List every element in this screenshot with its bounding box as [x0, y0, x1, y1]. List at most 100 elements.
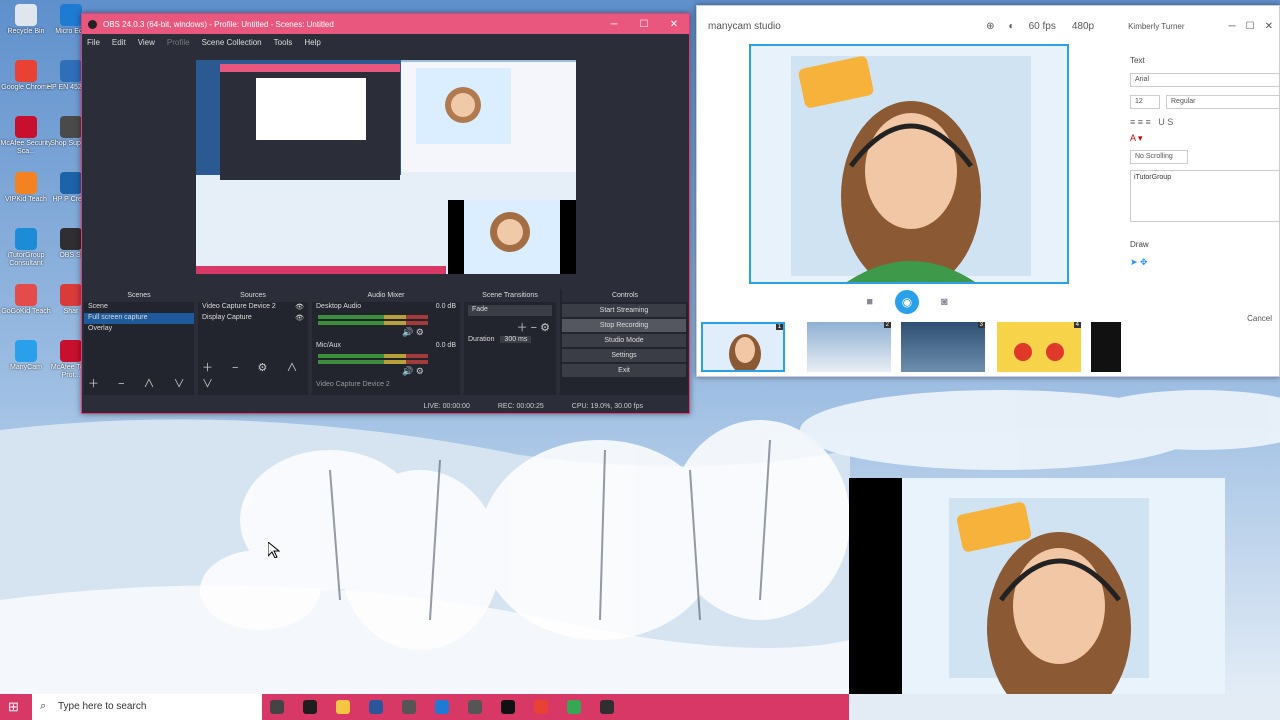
menu-tools[interactable]: Tools [274, 38, 293, 47]
mixer-title: Audio Mixer [312, 289, 460, 302]
app-icon [15, 116, 37, 138]
app-icon [60, 172, 82, 194]
stop-recording-button[interactable]: Stop Recording [562, 319, 686, 332]
speaker-icon[interactable]: 🔊 ⚙ [312, 366, 460, 380]
webcam-output [849, 478, 1225, 720]
obs-preview[interactable] [196, 60, 576, 274]
transition-select[interactable]: Fade [468, 305, 552, 316]
search-icon: ⌕ [40, 700, 47, 712]
chrome-icon[interactable] [534, 700, 548, 714]
fps-label[interactable]: 60 fps [1029, 21, 1056, 32]
source-item[interactable]: Display Capture 👁 [198, 313, 308, 324]
speaker-icon[interactable]: 🔊 ⚙ [312, 327, 460, 341]
manycam-main-preview[interactable] [749, 44, 1069, 284]
webcam-feed-large [902, 478, 1225, 720]
amazon-icon[interactable] [501, 700, 515, 714]
settings-button[interactable]: Settings [562, 349, 686, 362]
font-style-select[interactable]: Regular [1166, 95, 1280, 109]
obs-titlebar: OBS 24.0.3 (64-bit, windows) - Profile: … [82, 14, 689, 34]
resolution-label[interactable]: 480p [1072, 21, 1094, 32]
manycam-titlebar: manycam studio ⊕ ◐ 60 fps 480p Kimberly … [697, 6, 1279, 46]
file-explorer-icon[interactable] [336, 700, 350, 714]
scene-toolbar[interactable]: ＋ − ∧ ∨ [88, 375, 193, 391]
cpu-status: CPU: 19.0%, 30.00 fps [571, 402, 643, 410]
font-select[interactable]: Arial [1130, 73, 1280, 87]
menu-view[interactable]: View [138, 38, 155, 47]
scene-item[interactable]: Full screen capture [84, 313, 194, 324]
live-broadcast-button[interactable]: ◉ [895, 290, 919, 314]
mixer-channel: Video Capture Device 2 [316, 381, 390, 388]
source-item[interactable]: Video Capture Device 2 👁 [198, 302, 308, 313]
source-toolbar[interactable]: ＋ − ⚙ ∧ ∨ [202, 359, 308, 391]
start-streaming-button[interactable]: Start Streaming [562, 304, 686, 317]
scenes-title: Scenes [84, 289, 194, 302]
minimize-icon[interactable]: ─ [1229, 21, 1236, 32]
scroll-select[interactable]: No Scrolling [1130, 150, 1188, 164]
mouse-cursor-icon [268, 542, 280, 558]
text-align-toolbar[interactable]: ≡ ≡ ≡ U S [1130, 113, 1280, 131]
volume-meter [318, 354, 428, 358]
scene-item[interactable]: Overlay [84, 324, 194, 335]
user-name[interactable]: Kimberly Turner [1128, 22, 1184, 31]
eye-icon[interactable]: 👁 [295, 314, 304, 322]
thumbnail[interactable]: 4 [997, 322, 1081, 372]
cancel-button[interactable]: Cancel [1247, 314, 1272, 323]
obs-window: OBS 24.0.3 (64-bit, windows) - Profile: … [81, 13, 690, 414]
desktop: Recycle Bin Micro Edg Google Chrome HP EN 4… [0, 0, 1280, 720]
volume-meter [318, 321, 428, 325]
thumbnail[interactable]: 1 [701, 322, 785, 372]
webcam-feed [751, 46, 1067, 282]
taskbar-search-input[interactable]: Type here to search [32, 694, 262, 720]
transitions-title: Scene Transitions [464, 289, 556, 302]
chrome-icon-2[interactable] [567, 700, 581, 714]
thumbnail[interactable] [1091, 322, 1121, 372]
mixer-channel: Desktop Audio 0.0 dB [316, 303, 456, 310]
text-color-icon[interactable]: A ▾ [1130, 131, 1280, 146]
maximize-icon[interactable]: ☐ [629, 19, 659, 30]
store-icon[interactable] [468, 700, 482, 714]
scene-item[interactable]: Scene [84, 302, 194, 313]
scene-thumbnails: 1 2 3 4 [701, 322, 1121, 374]
app-icon [15, 228, 37, 250]
transition-toolbar[interactable]: ＋ − ⚙ [464, 319, 556, 335]
snapshot-icon[interactable]: ◙ [941, 296, 948, 308]
calculator-icon[interactable] [303, 700, 317, 714]
menu-edit[interactable]: Edit [112, 38, 126, 47]
exit-button[interactable]: Exit [562, 364, 686, 377]
effects-icon[interactable]: ◐ [1009, 21, 1015, 32]
zoom-icon[interactable]: ⊕ [986, 21, 994, 32]
transitions-dock: Scene Transitions Fade ＋ − ⚙ Duration 30… [464, 289, 556, 395]
maximize-icon[interactable]: ☐ [1246, 21, 1255, 32]
minimize-icon[interactable]: ─ [599, 19, 629, 30]
close-icon[interactable]: ✕ [1265, 21, 1273, 32]
manycam-window: manycam studio ⊕ ◐ 60 fps 480p Kimberly … [696, 5, 1280, 377]
app-icon [15, 60, 37, 82]
manycam-brand: manycam studio [708, 20, 781, 32]
audio-mixer-dock: Audio Mixer Desktop Audio 0.0 dB 🔊 ⚙ Mic/… [312, 289, 460, 395]
text-panel: Text Arial 12 Regular ≡ ≡ ≡ U S A ▾ No S… [1130, 52, 1280, 372]
studio-mode-button[interactable]: Studio Mode [562, 334, 686, 347]
font-size-select[interactable]: 12 [1130, 95, 1160, 109]
windows-start-icon[interactable]: ⊞ [8, 700, 22, 714]
thumbnail[interactable]: 2 [807, 322, 891, 372]
eye-icon[interactable]: 👁 [295, 303, 304, 311]
duration-input[interactable]: 300 ms [500, 336, 532, 343]
mixer-channel: Mic/Aux 0.0 dB [316, 342, 456, 349]
cursor-icon[interactable]: ➤ ✥ [1130, 253, 1280, 272]
text-input[interactable]: iTutorGroup [1130, 170, 1280, 222]
camera-icon[interactable]: ■ [866, 296, 873, 308]
word-icon[interactable] [369, 700, 383, 714]
menu-profile[interactable]: Profile [167, 38, 190, 47]
text-panel-title: Text [1130, 56, 1145, 65]
app-icon [15, 284, 37, 306]
close-icon[interactable]: ✕ [659, 19, 689, 30]
task-view-icon[interactable] [270, 700, 284, 714]
menu-help[interactable]: Help [304, 38, 320, 47]
obs-icon[interactable] [600, 700, 614, 714]
app-icon [15, 340, 37, 362]
settings-icon[interactable] [402, 700, 416, 714]
menu-file[interactable]: File [87, 38, 100, 47]
menu-scene-collection[interactable]: Scene Collection [202, 38, 262, 47]
thumbnail[interactable]: 3 [901, 322, 985, 372]
edge-icon[interactable] [435, 700, 449, 714]
